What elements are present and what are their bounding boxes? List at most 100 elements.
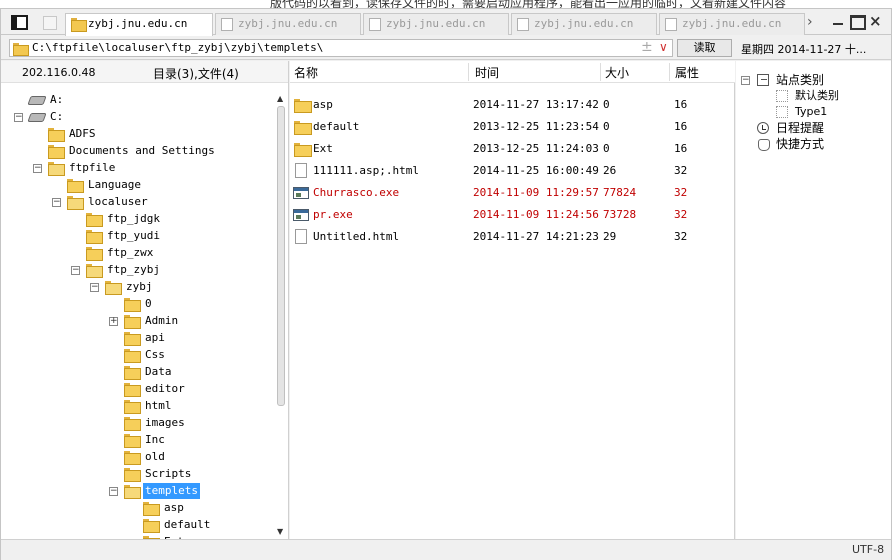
scroll-up-icon[interactable]: ▲ (277, 94, 283, 103)
file-row[interactable]: pr.exe 2014-11-09 11:24:56 73728 32 (290, 204, 735, 226)
tree-node[interactable]: default (1, 517, 271, 533)
tree-node[interactable]: html (1, 398, 271, 414)
tree-node[interactable]: old (1, 449, 271, 465)
file-row[interactable]: 111111.asp;.html 2014-11-25 16:00:49 26 32 (290, 160, 735, 182)
folder-icon (143, 519, 160, 533)
tree-node[interactable]: − ftpfile (1, 160, 271, 176)
tab-site-1[interactable]: zybj.jnu.edu.cn (65, 13, 213, 36)
close-icon[interactable]: × (869, 14, 883, 29)
tree-node[interactable]: ftp_yudi (1, 228, 271, 244)
site-tree-node[interactable]: 日程提醒 (736, 120, 886, 136)
tree-node[interactable]: images (1, 415, 271, 431)
tree-node[interactable]: + Admin (1, 313, 271, 329)
column-divider[interactable] (600, 63, 601, 81)
tree-node[interactable]: − templets (1, 483, 271, 499)
collapse-icon[interactable]: − (14, 113, 23, 122)
column-header-time[interactable]: 时间 (475, 64, 499, 81)
site-tree-label: 快捷方式 (776, 137, 825, 151)
site-tree-label: Type1 (795, 105, 828, 118)
collapse-icon[interactable]: − (741, 76, 750, 85)
scroll-down-icon[interactable]: ▼ (277, 527, 283, 536)
tree-node[interactable]: Scripts (1, 466, 271, 482)
tree-node-label: default (164, 518, 211, 531)
tree-node[interactable]: Css (1, 347, 271, 363)
tree-node[interactable]: ADFS (1, 126, 271, 142)
tree-node[interactable]: Inc (1, 432, 271, 448)
column-header-size[interactable]: 大小 (605, 64, 629, 81)
column-divider[interactable] (468, 63, 469, 81)
tree-node[interactable]: ftp_zwx (1, 245, 271, 261)
address-field[interactable]: C:\ftpfile\localuser\ftp_zybj\zybj\templ… (9, 39, 673, 57)
file-row[interactable]: Untitled.html 2014-11-27 14:21:23 29 32 (290, 226, 735, 248)
tree-node[interactable]: A: (1, 92, 271, 108)
tree-node[interactable]: 0 (1, 296, 271, 312)
minimize-icon[interactable] (831, 14, 845, 28)
folder-icon (67, 196, 84, 210)
collapse-icon[interactable]: − (109, 487, 118, 496)
tree-node-label: ftpfile (69, 161, 116, 174)
folder-icon (143, 502, 160, 516)
address-dropdown-icon[interactable]: ∨ (659, 40, 668, 54)
collapse-icon[interactable]: − (52, 198, 61, 207)
tree-node[interactable]: editor (1, 381, 271, 397)
document-icon (517, 18, 529, 31)
read-button[interactable]: 读取 (677, 39, 732, 57)
site-manager-pane: − 站点类别 默认类别 Type1 日程提醒 快捷方式 (736, 61, 891, 539)
tree-node-label: Inc (145, 433, 165, 446)
tab-site-5[interactable]: zybj.jnu.edu.cn (659, 13, 805, 35)
file-row[interactable]: default 2013-12-25 11:23:54 0 16 (290, 116, 735, 138)
site-tree-node[interactable]: 快捷方式 (736, 136, 886, 152)
tab-site-3[interactable]: zybj.jnu.edu.cn (363, 13, 509, 35)
collapse-icon[interactable]: − (71, 266, 80, 275)
file-attr: 32 (674, 186, 688, 199)
tree-node[interactable]: − C: (1, 109, 271, 125)
file-name: Untitled.html (313, 230, 400, 243)
collapse-icon[interactable]: − (90, 283, 99, 292)
maximize-icon[interactable] (849, 14, 866, 30)
directory-count: 目录(3),文件(4) (153, 67, 239, 81)
tab-label: zybj.jnu.edu.cn (386, 17, 486, 30)
column-divider[interactable] (669, 63, 670, 81)
collapse-icon[interactable]: − (33, 164, 42, 173)
file-row[interactable]: asp 2014-11-27 13:17:42 0 16 (290, 94, 735, 116)
scrollbar-thumb[interactable] (277, 106, 285, 406)
category-item-icon (776, 106, 788, 118)
tree-scrollbar[interactable]: ▲ ▼ (275, 91, 287, 539)
folder-icon (124, 332, 141, 346)
tree-node[interactable]: − zybj (1, 279, 271, 295)
folder-icon (124, 434, 141, 448)
tree-node[interactable]: Documents and Settings (1, 143, 271, 159)
tab-site-2[interactable]: zybj.jnu.edu.cn (215, 13, 361, 35)
tree-node[interactable]: − localuser (1, 194, 271, 210)
file-time: 2013-12-25 11:23:54 (473, 120, 599, 133)
file-size: 77824 (603, 186, 637, 199)
tree-node[interactable]: asp (1, 500, 271, 516)
expand-icon[interactable]: + (109, 317, 118, 326)
folder-icon (124, 451, 141, 465)
tree-node[interactable]: api (1, 330, 271, 346)
site-tree-node[interactable]: 默认类别 (736, 88, 886, 104)
tree-node[interactable]: Data (1, 364, 271, 380)
tree-node[interactable]: − ftp_zybj (1, 262, 271, 278)
file-list-pane: 名称 时间 大小 属性 asp 2014-11-27 13:17:42 0 16 def… (290, 61, 735, 539)
file-icon (295, 163, 307, 178)
file-row[interactable]: Churrasco.exe 2014-11-09 11:29:57 77824 32 (290, 182, 735, 204)
address-bar-row: C:\ftpfile\localuser\ftp_zybj\zybj\templ… (1, 36, 891, 60)
folder-icon (124, 383, 141, 397)
toggle-panel-button[interactable] (9, 13, 31, 33)
file-row[interactable]: Ext 2013-12-25 11:24:03 0 16 (290, 138, 735, 160)
tree-node[interactable]: ftp_jdgk (1, 211, 271, 227)
new-tab-button[interactable] (39, 13, 61, 33)
tree-node[interactable]: Language (1, 177, 271, 193)
column-header-name[interactable]: 名称 (294, 64, 318, 81)
column-header-attr[interactable]: 属性 (675, 64, 699, 81)
tree-node-label: ftp_zybj (107, 263, 160, 276)
file-time: 2014-11-09 11:29:57 (473, 186, 599, 199)
address-path[interactable]: C:\ftpfile\localuser\ftp_zybj\zybj\templ… (32, 41, 323, 55)
site-tree-node[interactable]: Type1 (736, 104, 886, 120)
site-tree-node[interactable]: − 站点类别 (736, 72, 886, 88)
file-size: 29 (603, 230, 617, 243)
add-bookmark-icon[interactable]: ± (641, 39, 653, 55)
tab-scroll-right-icon[interactable]: › (807, 14, 813, 30)
tab-site-4[interactable]: zybj.jnu.edu.cn (511, 13, 657, 35)
